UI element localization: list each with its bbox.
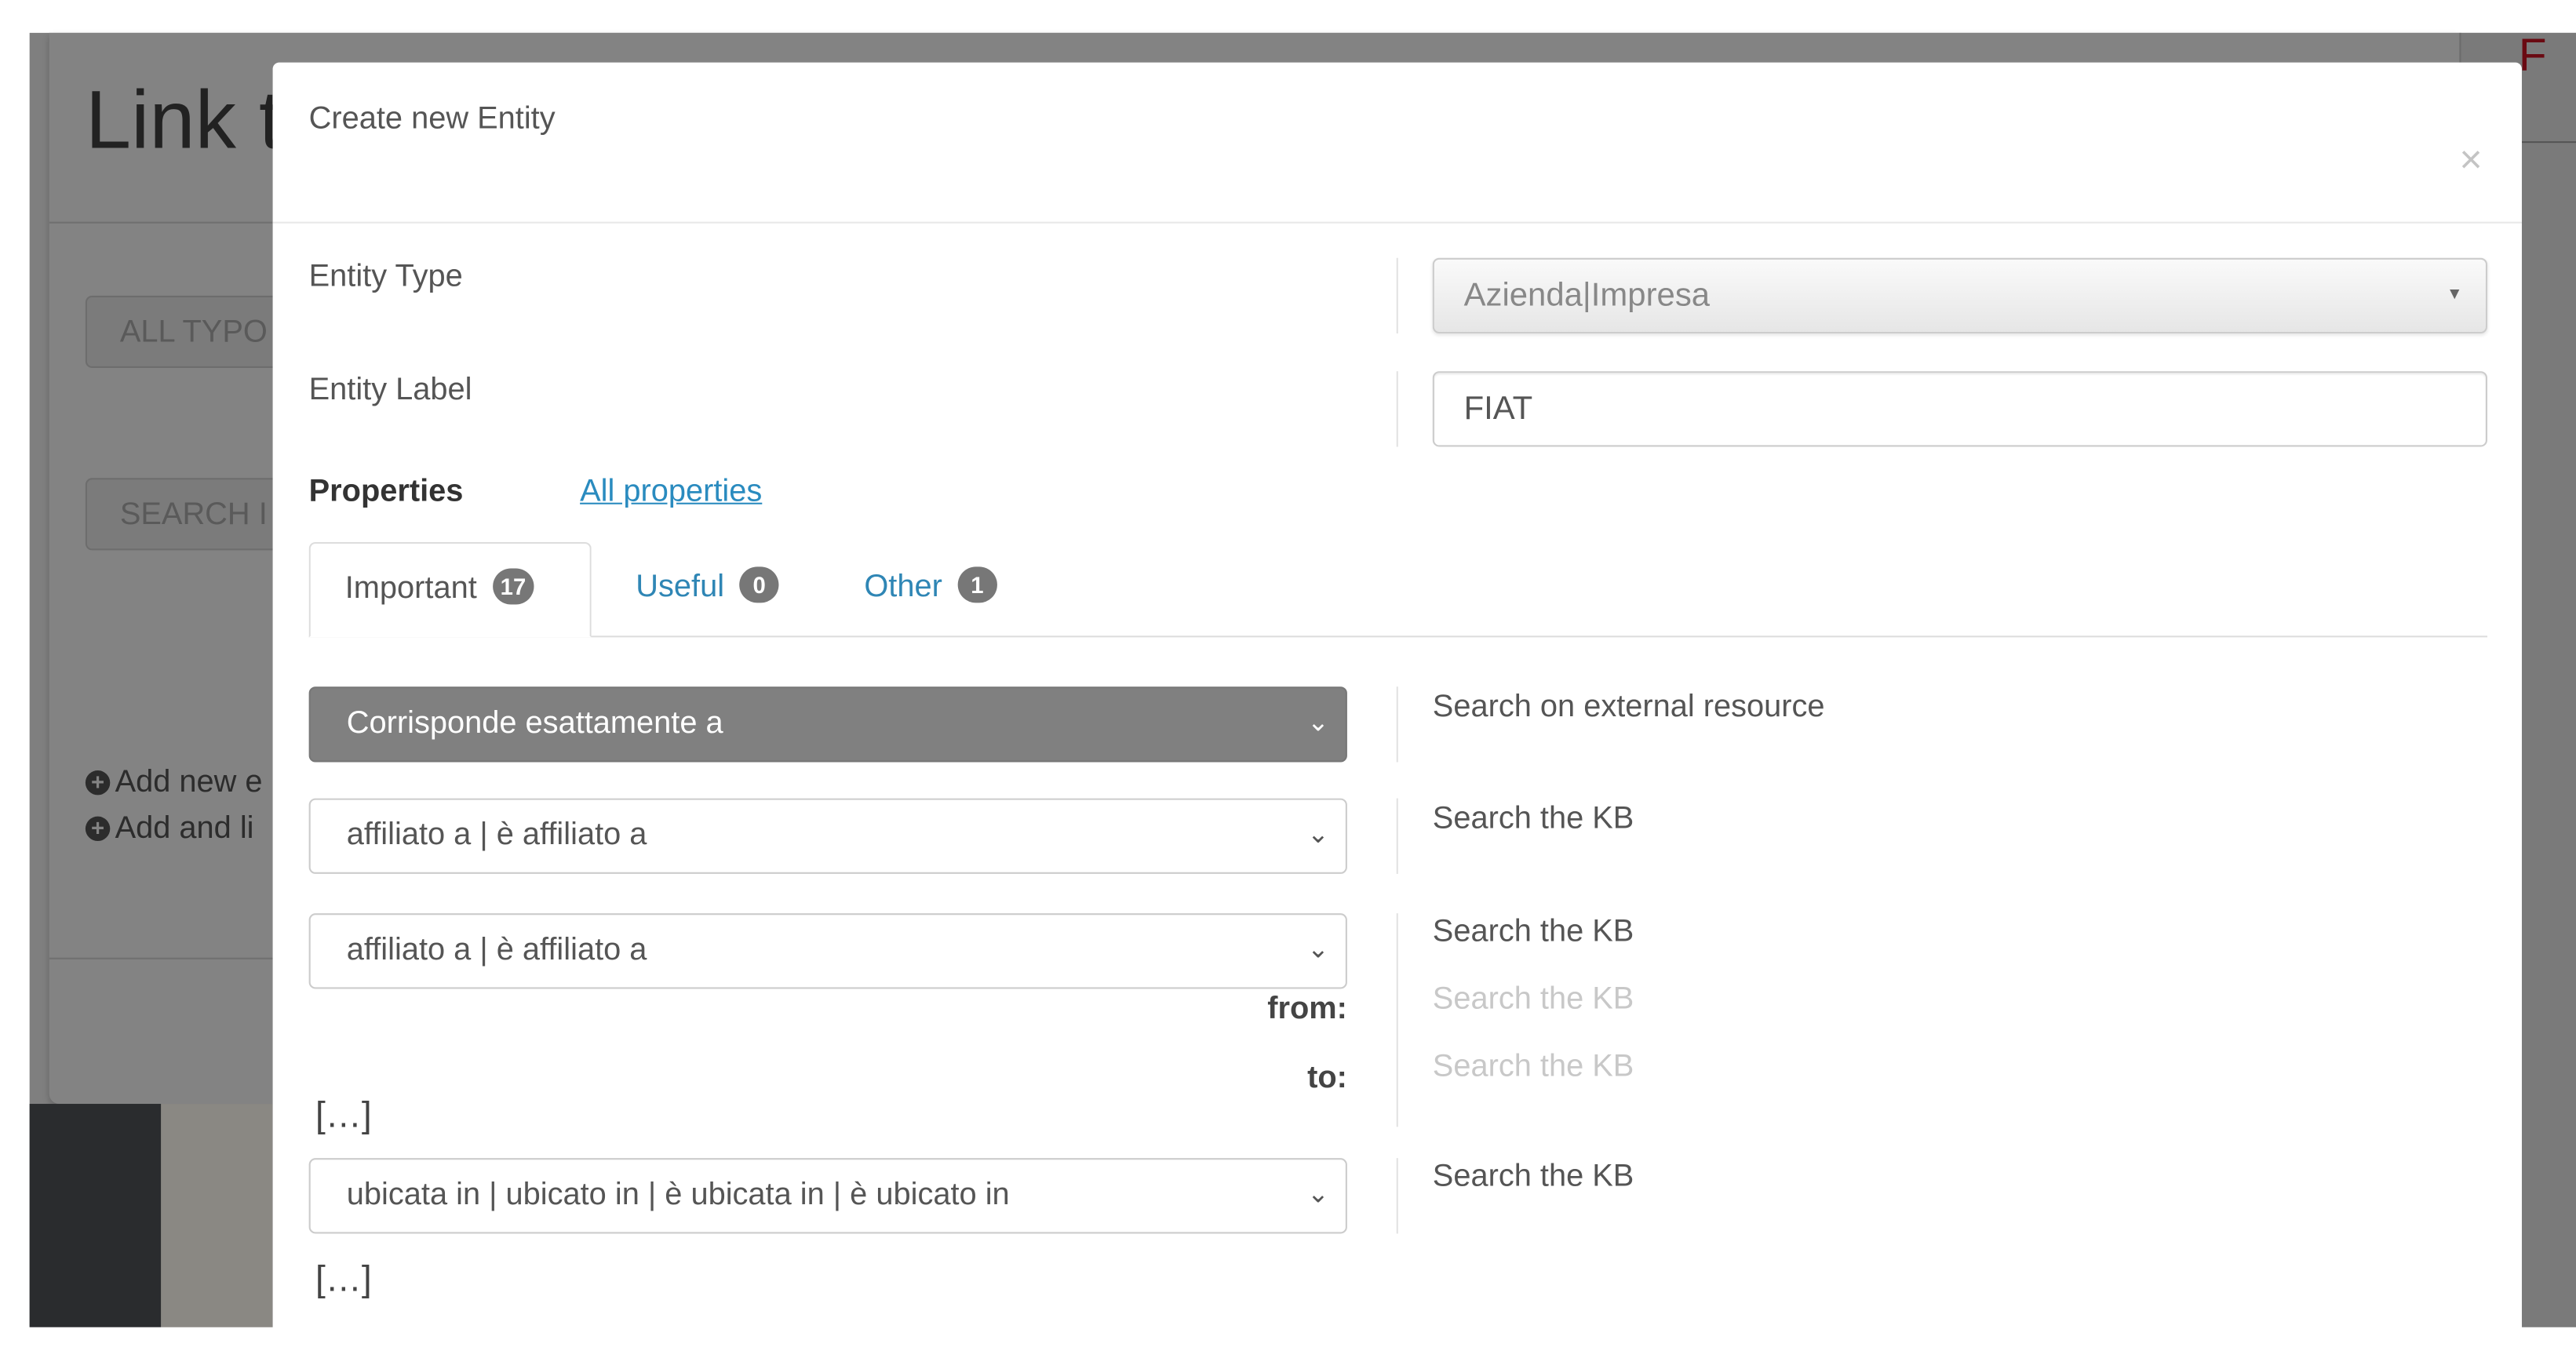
- count-badge: 17: [492, 568, 534, 605]
- modal-header-divider: [272, 221, 2522, 224]
- all-properties-link[interactable]: All properties: [580, 475, 762, 511]
- column-divider: [1396, 913, 1398, 1127]
- background-separator: [49, 957, 273, 959]
- entity-label-input[interactable]: FIAT: [1432, 371, 2488, 447]
- tab-label: Important: [344, 571, 477, 606]
- from-label: from:: [1267, 992, 1347, 1027]
- add-new-label: Add new e: [115, 765, 263, 800]
- to-search-kb-input[interactable]: Search the KB: [1433, 1050, 1634, 1086]
- background-corner-letter: F: [2518, 29, 2547, 81]
- plus-circle-icon: +: [85, 770, 111, 796]
- background-add-and-link-link[interactable]: + Add and li: [85, 811, 254, 847]
- search-kb-input[interactable]: Search the KB: [1433, 915, 1634, 951]
- property-select[interactable]: affiliato a | è affiliato a ⌄: [308, 913, 1347, 989]
- background-add-new-link[interactable]: + Add new e: [85, 765, 263, 802]
- modal-title: Create new Entity: [308, 101, 556, 137]
- search-external-link[interactable]: Search on external resource: [1433, 690, 1825, 726]
- property-select[interactable]: ubicata in | ubicato in | è ubicata in |…: [308, 1158, 1347, 1234]
- background-dark-column: [29, 1104, 162, 1327]
- entity-label-label: Entity Label: [308, 373, 472, 408]
- ellipsis-text: […]: [315, 1094, 372, 1135]
- chevron-down-icon: ⌄: [1306, 709, 1329, 738]
- column-divider: [1396, 1158, 1398, 1234]
- entity-type-value: Azienda|Impresa: [1463, 277, 1711, 314]
- tab-other[interactable]: Other 1: [864, 542, 997, 637]
- column-divider: [1396, 686, 1398, 763]
- ellipsis-text: […]: [315, 1258, 372, 1300]
- chevron-down-icon: ⌄: [1306, 821, 1329, 850]
- tab-label: Other: [864, 570, 942, 605]
- tab-label: Useful: [636, 570, 725, 605]
- tab-important[interactable]: Important 17: [308, 541, 592, 638]
- from-search-kb-input[interactable]: Search the KB: [1433, 982, 1634, 1018]
- column-divider: [1396, 257, 1398, 334]
- property-value: ubicata in | ubicato in | è ubicata in |…: [346, 1178, 1010, 1213]
- add-and-link-label: Add and li: [115, 811, 254, 847]
- chevron-down-icon: ⌄: [1306, 936, 1329, 965]
- search-kb-input[interactable]: Search the KB: [1433, 802, 1634, 838]
- tab-useful[interactable]: Useful 0: [636, 542, 779, 637]
- caret-down-icon: ▼: [2446, 286, 2463, 304]
- entity-type-select[interactable]: Azienda|Impresa ▼: [1432, 257, 2488, 334]
- search-kb-input[interactable]: Search the KB: [1433, 1160, 1634, 1196]
- column-divider: [1396, 371, 1398, 447]
- entity-type-label: Entity Type: [308, 259, 463, 294]
- background-separator: [49, 221, 273, 224]
- background-gray-column: [161, 1104, 273, 1327]
- close-icon[interactable]: ×: [2459, 138, 2482, 184]
- property-value: affiliato a | è affiliato a: [346, 817, 647, 853]
- column-divider: [1396, 798, 1398, 874]
- property-value: Corrisponde esattamente a: [346, 706, 723, 741]
- property-select[interactable]: Corrisponde esattamente a ⌄: [308, 686, 1347, 763]
- to-label: to:: [1307, 1061, 1347, 1096]
- background-page-title: Link t: [85, 74, 282, 166]
- screen-bottom-margin: [0, 1327, 2576, 1369]
- chevron-down-icon: ⌄: [1306, 1181, 1329, 1210]
- property-value: affiliato a | è affiliato a: [346, 933, 647, 968]
- count-badge: 0: [739, 566, 779, 603]
- count-badge: 1: [957, 566, 997, 603]
- properties-heading: Properties: [308, 475, 464, 510]
- property-select[interactable]: affiliato a | è affiliato a ⌄: [308, 798, 1347, 874]
- plus-circle-icon: +: [85, 816, 111, 842]
